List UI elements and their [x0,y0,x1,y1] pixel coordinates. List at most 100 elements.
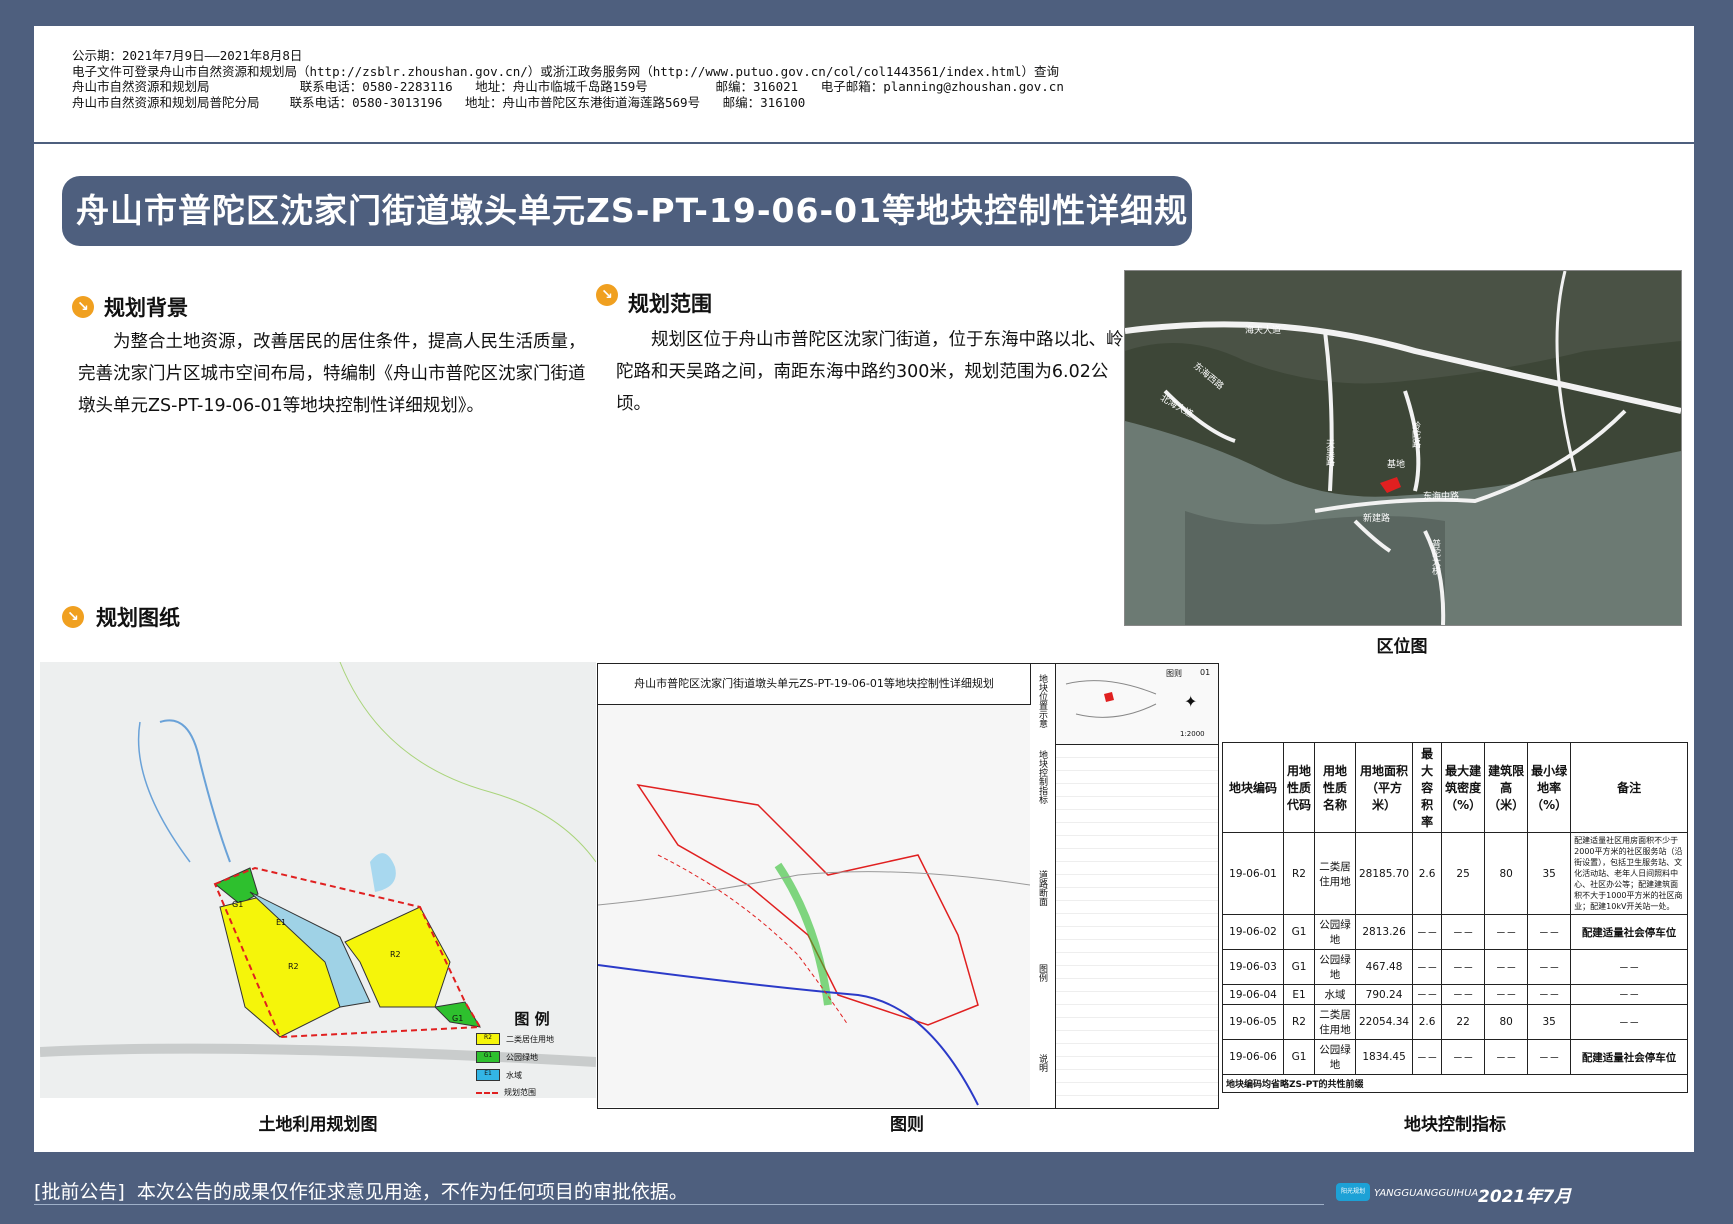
location-map-caption: 区位图 [1376,637,1428,657]
side-label: 地块位置示意 [1037,674,1047,728]
tuzhe-detail-area [1056,745,1218,1107]
cell-density: －－ [1441,949,1486,985]
table-row: 19-06-03 G1 公园绿地 467.48 －－ －－ －－ －－ －－ [1222,949,1688,985]
location-map-svg [1125,271,1681,625]
cell-code: 19-06-05 [1222,1004,1284,1040]
cell-code: 19-06-01 [1222,832,1284,915]
cell-area: 1834.45 [1354,1039,1414,1075]
cell-type-code: R2 [1283,832,1315,915]
cell-type-name: 二类居住用地 [1314,1004,1356,1040]
side-label: 道路断面 [1037,870,1047,906]
legend-swatch [476,1091,498,1094]
parcel-label: G1 [232,900,244,909]
arrow-icon: ↘ [62,606,84,628]
location-map: 海天大道 东海西路 北海大道 天吴路 基地 东海中路 新建路 普陀大桥 岭陀路 [1124,270,1682,626]
table-row: 19-06-02 G1 公园绿地 2813.26 －－ －－ －－ －－ 配建适… [1222,914,1688,950]
tuzhe-caption: 图则 [890,1115,924,1135]
cell-remark: 配建适量社区用房面积不少于2000平方米的社区服务站（沿街设置），包括卫生服务站… [1570,832,1688,915]
footer-brand: YANGGUANGGUIHUA · [1374,1188,1485,1199]
cell-far: －－ [1412,984,1443,1005]
cell-type-code: R2 [1283,1004,1315,1040]
page-title: 舟山市普陀区沈家门街道墩头单元ZS-PT-19-06-01等地块控制性详细规划 [62,176,1192,300]
cell-height: －－ [1484,1039,1529,1075]
table-header-row: 地块编码 用地性质代码 用地性质名称 用地面积（平方米） 最大容积率 最大建筑密… [1222,742,1688,833]
scope-heading: 规划范围 [628,292,712,316]
legend-swatch: E1 [476,1069,500,1081]
legend-swatch: G1 [476,1051,500,1063]
header-line: 电子文件可登录舟山市自然资源和规划局（http://zsblr.zhoushan… [72,63,1060,79]
legend-label: 水域 [506,1070,522,1080]
cell-area: 2813.26 [1354,914,1414,950]
arrow-icon: ↘ [72,296,94,318]
table-row: 19-06-01 R2 二类居住用地 28185.70 2.6 25 80 35… [1222,832,1688,915]
side-label: 说明 [1037,1054,1047,1072]
footer-notice: [批前公告] 本次公告的成果仅作征求意见用途，不作为任何项目的审批依据。 [34,1181,688,1203]
cell-height: 80 [1484,832,1529,915]
cell-density: －－ [1441,914,1486,950]
cell-green: －－ [1527,949,1572,985]
tuzhe-title: 舟山市普陀区沈家门街道墩头单元ZS-PT-19-06-01等地块控制性详细规划 [598,664,1031,705]
cell-type-name: 水域 [1314,984,1356,1005]
brand-logo: 阳光规划 [1336,1183,1370,1201]
cell-code: 19-06-06 [1222,1039,1284,1075]
legend-label: 规划范围 [504,1088,536,1097]
table-note-row: 地块编码均省略ZS-PT的共性前缀 [1222,1074,1688,1093]
cell-height: －－ [1484,984,1529,1005]
cell-density: 22 [1441,1004,1486,1040]
cell-code: 19-06-03 [1222,949,1284,985]
column-header: 用地性质代码 [1283,742,1315,833]
cell-far: 2.6 [1412,832,1443,915]
side-label: 图例 [1037,964,1047,982]
header-line: 公示期：2021年7月9日——2021年8月8日 [72,48,303,63]
table-row: 19-06-06 G1 公园绿地 1834.45 －－ －－ －－ －－ 配建适… [1222,1039,1688,1075]
cell-far: 2.6 [1412,1004,1443,1040]
background-heading: 规划背景 [104,296,188,320]
column-header: 最大建筑密度（%） [1441,742,1486,833]
cell-area: 790.24 [1354,984,1414,1005]
cell-area: 28185.70 [1354,832,1414,915]
cell-green: 35 [1527,832,1572,915]
legend-item: 规划范围 [476,1087,588,1098]
landuse-caption: 土地利用规划图 [258,1115,378,1135]
cell-green: －－ [1527,914,1572,950]
footer-divider [34,1204,1324,1205]
tuzhe-sheet: 舟山市普陀区沈家门街道墩头单元ZS-PT-19-06-01等地块控制性详细规划 … [597,663,1219,1109]
cell-density: －－ [1441,984,1486,1005]
table-row: 19-06-04 E1 水域 790.24 －－ －－ －－ －－ －－ [1222,984,1688,1005]
legend-item: E1 水域 [476,1069,588,1081]
tuzhe-map [598,705,1030,1107]
legend-item: R2 二类居住用地 [476,1033,588,1045]
cell-remark: －－ [1570,949,1688,985]
cell-remark: 配建适量社会停车位 [1570,914,1688,950]
header-divider [34,142,1694,144]
map-label: 海天大道 [1245,326,1282,336]
cell-height: 80 [1484,1004,1529,1040]
background-text: 为整合土地资源，改善居民的居住条件，提高人民生活质量，完善沈家门片区城市空间布局… [78,332,586,416]
map-label: 东海中路 [1423,492,1460,502]
header-line: 舟山市自然资源和规划局普陀分局 联系电话：0580-3013196 地址：舟山市… [72,94,806,110]
column-header: 用地性质名称 [1314,742,1356,833]
parcel-label: E1 [276,918,287,927]
cell-type-code: G1 [1283,949,1315,985]
tuzhe-tag: 图则 [1166,669,1182,678]
cell-type-name: 二类居住用地 [1314,832,1356,915]
parcel-label: R2 [390,950,401,959]
cell-far: －－ [1412,1039,1443,1075]
map-label: 新建路 [1363,514,1391,524]
map-label: 天吴路 [1324,439,1334,466]
cell-far: －－ [1412,949,1443,985]
legend-label: 公园绿地 [506,1052,538,1062]
cell-green: －－ [1527,984,1572,1005]
column-header: 建筑限高（米） [1484,742,1529,833]
map-label: 普陀大桥 [1430,539,1440,575]
cell-green: －－ [1527,1039,1572,1075]
indicator-table: 地块编码 用地性质代码 用地性质名称 用地面积（平方米） 最大容积率 最大建筑密… [1222,742,1688,1093]
locator-svg [1065,680,1157,718]
tuzhe-no: 01 [1200,668,1211,677]
cell-green: 35 [1527,1004,1572,1040]
cell-area: 467.48 [1354,949,1414,985]
drawings-heading: 规划图纸 [96,606,180,630]
cell-type-code: G1 [1283,914,1315,950]
footer-date: 2021年7月 [1478,1187,1572,1207]
legend-title: 图 例 [514,1010,550,1028]
